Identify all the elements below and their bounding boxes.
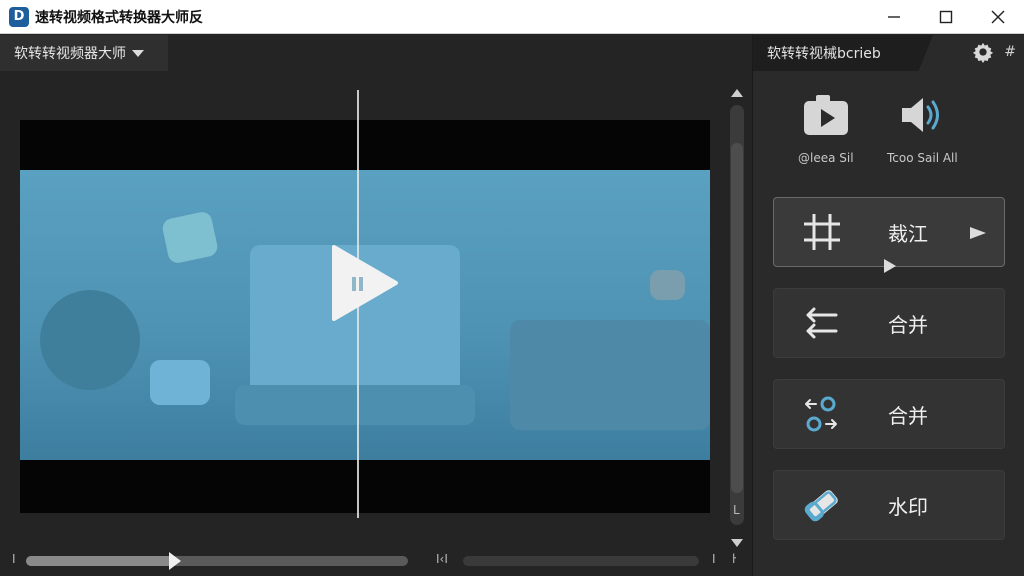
- end-marker-icon: ŀ: [732, 552, 737, 566]
- merge-label: 合并: [888, 312, 928, 337]
- chevron-down-icon: [132, 49, 144, 57]
- camera-play-icon: [803, 95, 848, 135]
- window-controls: [868, 0, 1024, 34]
- timeline-end-glyph: I: [712, 552, 716, 566]
- app-window: D 速转视频格式转换器大师反 软转转视频器大师 L I I‹I I ŀ 软转转视…: [0, 0, 1024, 576]
- merge-button[interactable]: 合并: [773, 288, 1005, 358]
- speaker-icon: [902, 98, 940, 132]
- playback-bar: I I‹I I ŀ: [0, 546, 752, 576]
- secondary-slider[interactable]: [463, 556, 699, 566]
- tools-tab-label: 软转转视械bcrieb: [767, 46, 881, 62]
- crop-button[interactable]: 裁江: [773, 197, 1005, 273]
- scroll-up-icon[interactable]: [731, 89, 743, 97]
- tools-tab[interactable]: 软转转视械bcrieb: [753, 35, 933, 71]
- gear-icon[interactable]: [972, 41, 994, 63]
- vertical-scrollbar[interactable]: L: [727, 85, 747, 547]
- minimize-icon: [888, 16, 900, 18]
- eraser-icon: [804, 490, 838, 522]
- play-icon[interactable]: [330, 245, 400, 321]
- timeline-start-glyph: I: [12, 552, 16, 566]
- crop-icon: [804, 214, 840, 250]
- profile-dropdown[interactable]: 软转转视频器大师: [0, 35, 168, 71]
- scroll-glyph: L: [733, 503, 740, 517]
- expand-icon[interactable]: [970, 227, 986, 239]
- window-title: 速转视频格式转换器大师反: [35, 9, 203, 26]
- scroll-thumb[interactable]: [731, 143, 743, 493]
- merge-arrows-icon: [806, 307, 838, 339]
- convert-label: 合并: [888, 403, 928, 428]
- maximize-button[interactable]: [920, 0, 972, 34]
- timeline-slider[interactable]: [26, 552, 408, 570]
- snapshot-label: @leea Sil: [798, 151, 854, 165]
- maximize-icon: [939, 10, 953, 24]
- audio-label: Tcoo Sail All: [887, 151, 958, 165]
- preview-pane: 软转转视频器大师 L I I‹I I ŀ: [0, 35, 752, 576]
- app-logo: D: [9, 6, 29, 27]
- tools-panel: 软转转视械bcrieb # @leea Sil Tcoo Sail All 裁江…: [752, 35, 1024, 576]
- timeline-knob[interactable]: [168, 552, 181, 570]
- snapshot-action[interactable]: @leea Sil: [798, 93, 854, 165]
- profile-dropdown-label: 软转转视频器大师: [14, 46, 126, 62]
- watermark-label: 水印: [888, 494, 928, 519]
- audio-action[interactable]: Tcoo Sail All: [887, 93, 958, 165]
- close-button[interactable]: [972, 0, 1024, 34]
- watermark-button[interactable]: 水印: [773, 470, 1005, 540]
- pointer-icon: [884, 259, 896, 273]
- title-bar: D 速转视频格式转换器大师反: [0, 0, 1024, 34]
- timeline-progress: [26, 556, 175, 566]
- pin-icon[interactable]: #: [1004, 44, 1016, 60]
- close-icon: [991, 10, 1005, 24]
- convert-button[interactable]: 合并: [773, 379, 1005, 449]
- clip-marker-icon[interactable]: I‹I: [436, 552, 448, 566]
- minimize-button[interactable]: [868, 0, 920, 34]
- convert-icon: [805, 396, 837, 432]
- crop-label: 裁江: [888, 221, 928, 246]
- panel-toolbar: #: [972, 41, 1016, 63]
